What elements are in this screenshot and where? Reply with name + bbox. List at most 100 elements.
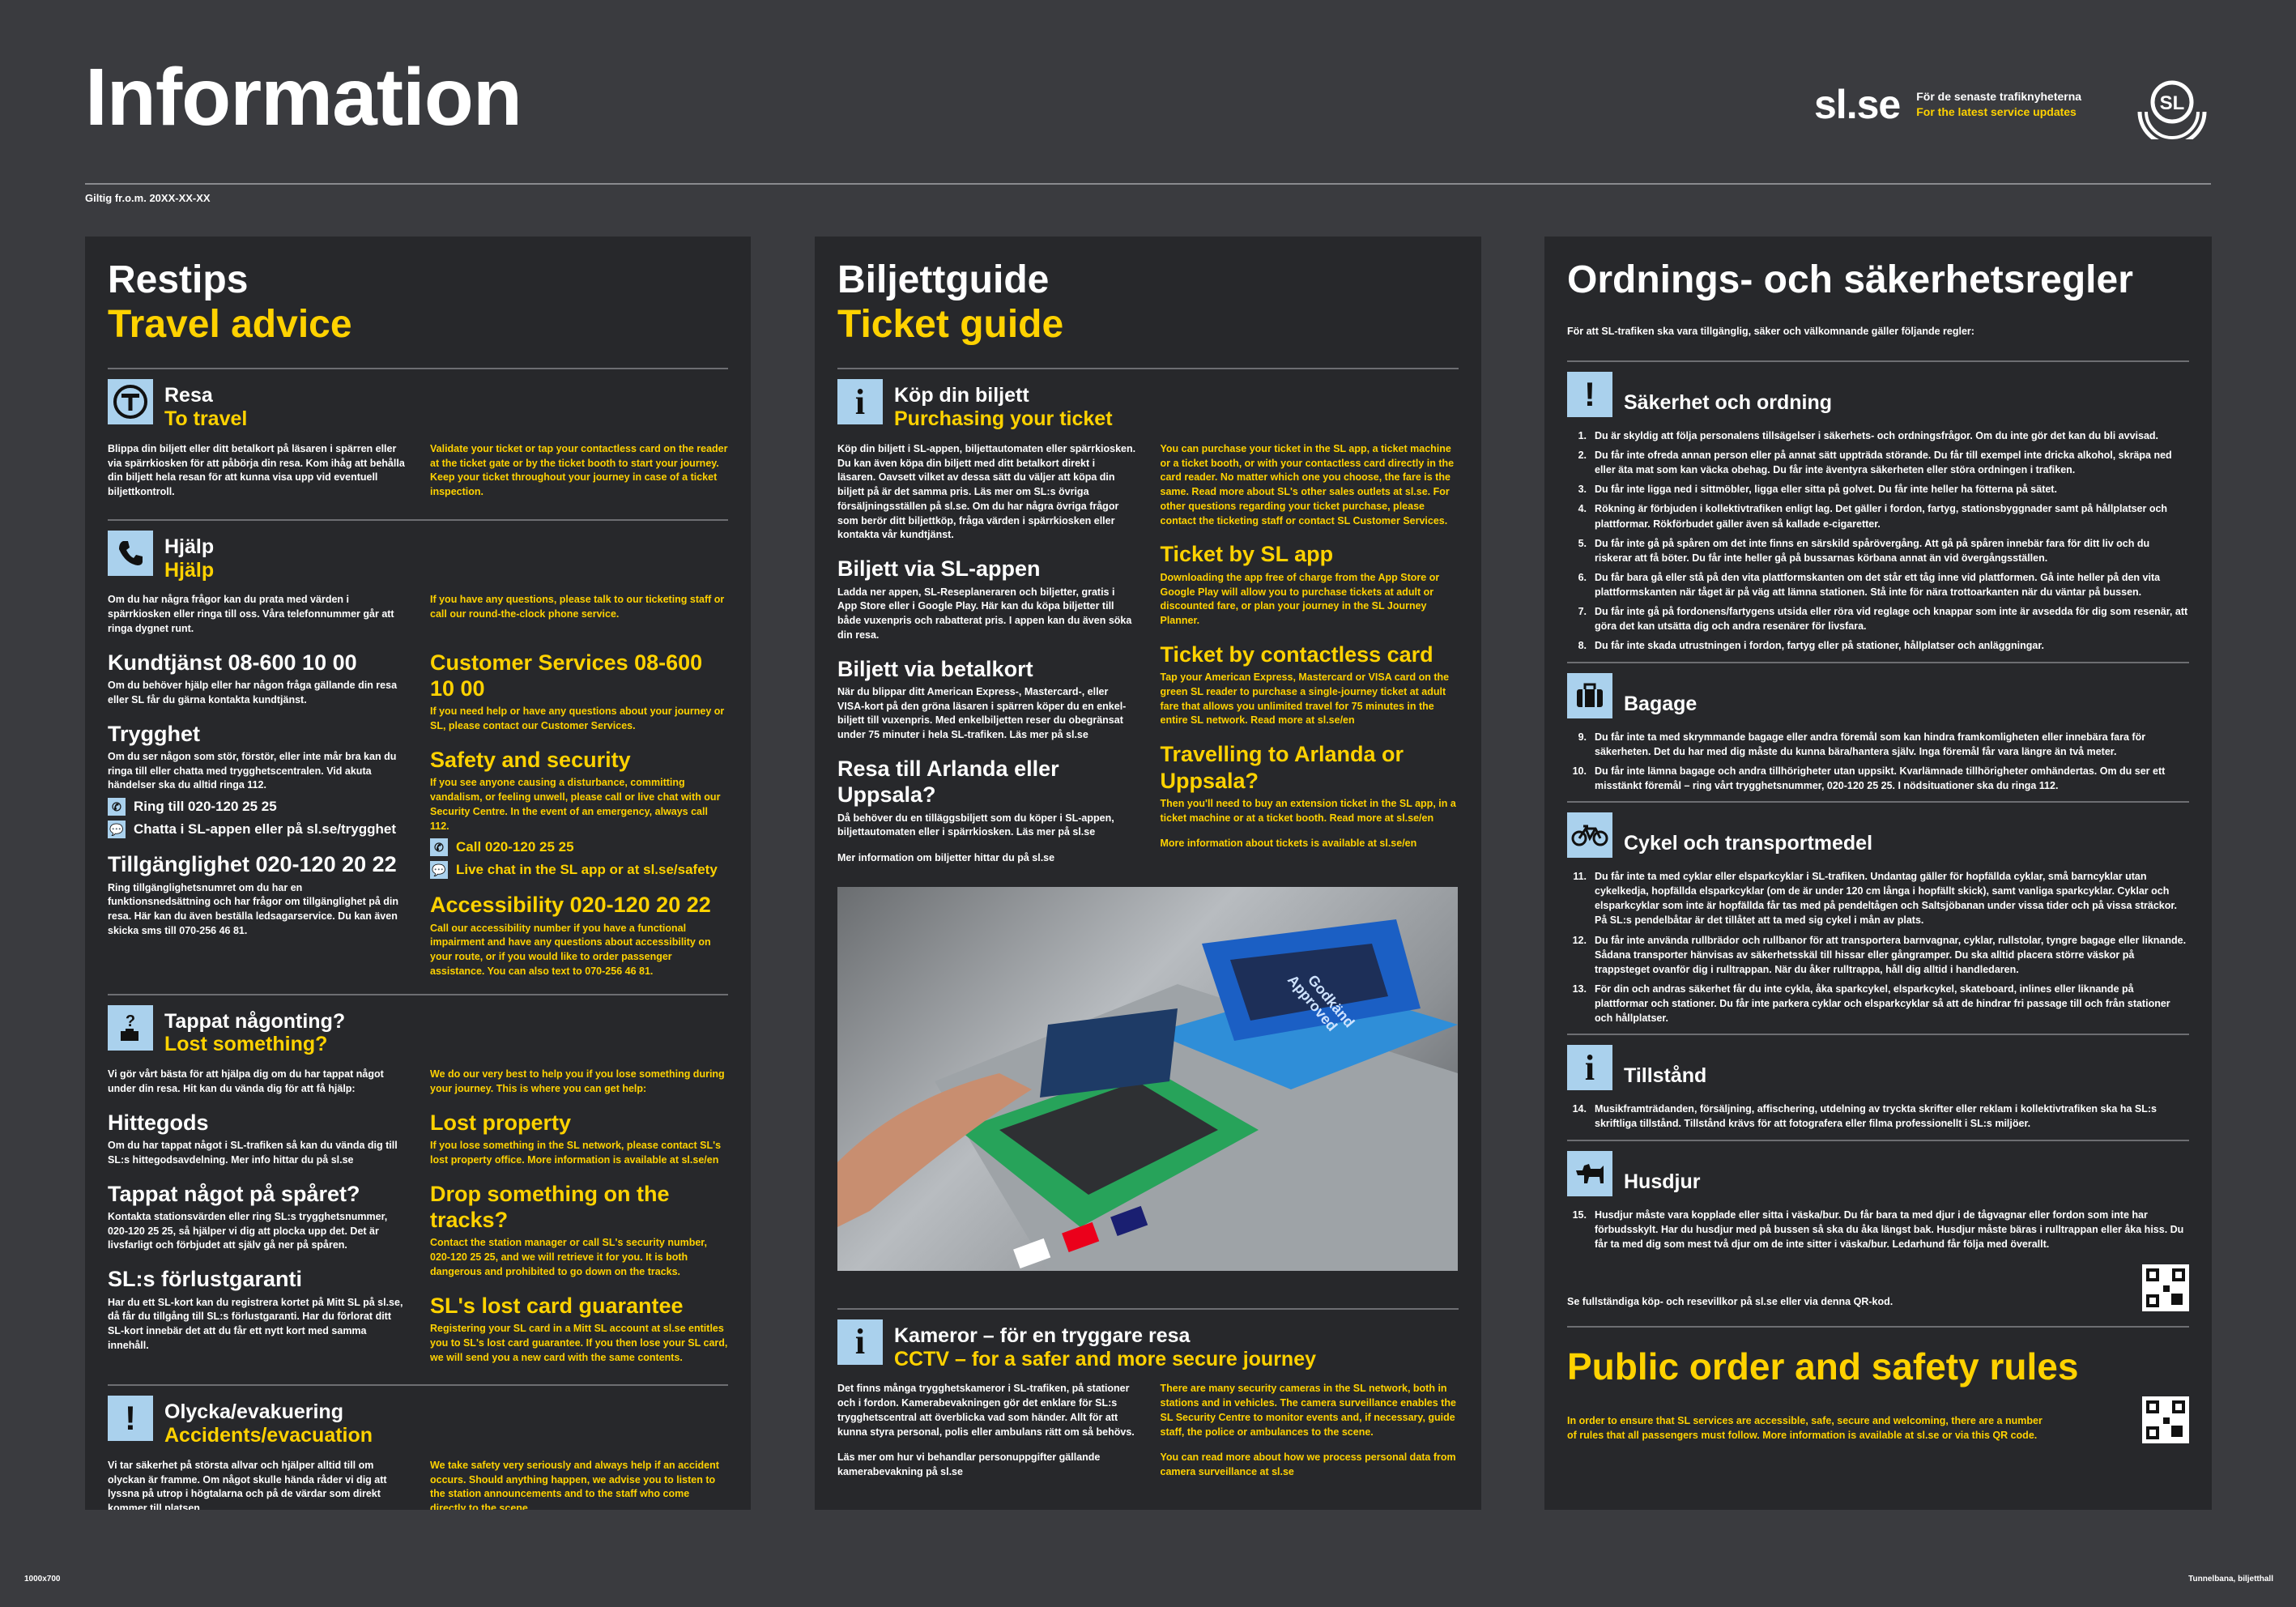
more-info-en[interactable]: You can read more about how we process p… [1161, 1451, 1459, 1480]
lost-property-en: Lost property [430, 1110, 572, 1135]
rule-item: 7. Du får inte gå på fordonens/fartygens … [1567, 604, 2189, 633]
chat-line[interactable]: 💬 Live chat in the SL app or at sl.se/saf… [430, 861, 728, 880]
panel-travel-advice: Restips Travel advice Resa To travel Bli… [85, 237, 751, 1510]
qr-text-sv: Se fullständiga köp- och resevillkor på … [1567, 1296, 1893, 1308]
body-en: Downloading the app free of charge from … [1160, 571, 1440, 627]
section-head-lost: ? Tappat någonting? Lost something? [108, 1004, 728, 1057]
accessibility-en: Accessibility 020-120 20 22 [430, 893, 711, 918]
exclamation-icon: ! [1567, 371, 1612, 417]
section-head-pets: Husdjur [1567, 1150, 2189, 1196]
more-info-sv[interactable]: Läs mer om hur vi behandlar personuppgif… [837, 1451, 1136, 1480]
rule-text: Du får inte ta med cyklar eller elsparkc… [1595, 871, 2178, 927]
tracks-sv: Tappat något på spåret? [108, 1181, 360, 1206]
body-en: We do our very best to help you if you l… [430, 1068, 725, 1094]
rule-item: 10. Du får inte lämna bagage och andra ti… [1567, 764, 2189, 793]
body-sv: Har du ett SL-kort kan du registrera kor… [108, 1296, 403, 1351]
section-head-safety: ! Säkerhet och ordning [1567, 371, 2189, 417]
arlanda-sv: Resa till Arlanda eller Uppsala? [837, 756, 1059, 808]
rule-item: 1. Du är skyldig att följa personalens ti… [1567, 428, 2189, 443]
rule-text: Husdjur måste vara kopplade eller sitta … [1595, 1208, 2184, 1250]
section-title-en: Purchasing your ticket [894, 407, 1113, 431]
rules-list-bagage: 9. Du får inte ta med skrymmande bagage e… [1567, 730, 2189, 794]
rules-list-pets: 15. Husdjur måste vara kopplade eller sit… [1567, 1208, 2189, 1251]
section-title-en: CCTV – for a safer and more secure journ… [894, 1347, 1317, 1370]
sl-se-logo[interactable]: sl.se [1814, 81, 1901, 128]
sl-logo-icon: SL [2137, 80, 2207, 139]
section-title-en: Hjälp [164, 558, 215, 582]
section-title-en: Accidents/evacuation [164, 1424, 373, 1447]
body-en: We take safety very seriously and always… [430, 1459, 719, 1510]
divider [1567, 661, 2189, 663]
info-icon: i [837, 1319, 883, 1365]
arlanda-en: Travelling to Arlanda or Uppsala? [1160, 742, 1404, 793]
body-en: If you have any questions, please talk t… [430, 594, 725, 620]
body-en: You can purchase your ticket in the SL a… [1160, 442, 1455, 526]
call-line[interactable]: ✆ Ring till 020-120 25 25 [108, 798, 406, 816]
divider [108, 1384, 728, 1387]
tracks-en: Drop something on the tracks? [430, 1181, 670, 1232]
body-sv: Om du har några frågor kan du prata med … [108, 594, 394, 634]
call-line[interactable]: ✆ Call 020-120 25 25 [430, 838, 728, 857]
chat-text: Chatta i SL-appen eller på sl.se/trygghe… [134, 821, 397, 838]
brand-tagline-en: For the latest service updates [1916, 105, 2077, 118]
rule-item: 3. Du får inte ligga ned i sittmöbler, li… [1567, 482, 2189, 497]
rule-item: 9. Du får inte ta med skrymmande bagage e… [1567, 730, 2189, 759]
body-sv: Om du behöver hjälp eller har någon fråg… [108, 680, 398, 705]
rule-number: 1. [1578, 429, 1587, 441]
body-en: Validate your ticket or tap your contact… [430, 442, 728, 498]
more-info-sv[interactable]: Mer information om biljetter hittar du p… [837, 851, 1136, 866]
body-sv: Det finns många trygghetskameror i SL-tr… [837, 1383, 1135, 1438]
rule-text: Du får inte ta med skrymmande bagage ell… [1595, 731, 2146, 757]
rules-list-safety: 1. Du är skyldig att följa personalens ti… [1567, 428, 2189, 654]
section-title-en: To travel [164, 407, 248, 431]
body-en: If you need help or have any questions a… [430, 705, 725, 732]
divider [1567, 1325, 2189, 1328]
qr-code-icon[interactable] [2142, 1264, 2189, 1311]
section-title-sv: Hjälp [164, 535, 215, 558]
chat-icon: 💬 [108, 821, 126, 839]
body-sv: Ladda ner appen, SL-Reseplaneraren och b… [837, 586, 1132, 641]
divider [837, 1307, 1459, 1310]
section-title: Husdjur [1624, 1170, 1701, 1193]
body-en: There are many security cameras in the S… [1160, 1383, 1456, 1438]
intro-en: In order to ensure that SL services are … [1567, 1415, 2043, 1442]
header-divider [85, 183, 2211, 185]
ticket-card-en: Ticket by contactless card [1160, 642, 1433, 667]
guarantee-sv: SL:s förlustgaranti [108, 1267, 303, 1292]
divider [1567, 360, 2189, 362]
body-sv: Vi gör vårt bästa för att hjälpa dig om … [108, 1068, 384, 1094]
phone-icon: ✆ [430, 838, 448, 857]
rule-text: Musikframträdanden, försäljning, affisch… [1595, 1103, 2157, 1130]
chat-icon: 💬 [430, 861, 448, 880]
panel-title-sv: Biljettguide [837, 258, 1050, 301]
rules-list-bicycle: 11. Du får inte ta med cyklar eller elspa… [1567, 869, 2189, 1025]
section-title-sv: Köp din biljett [894, 384, 1029, 407]
section-title-sv: Kameror – för en tryggare resa [894, 1324, 1191, 1347]
brand-tagline-sv: För de senaste trafiknyheterna [1916, 90, 2082, 104]
section-title-en: Lost something? [164, 1033, 328, 1056]
qr-code-icon[interactable] [2142, 1396, 2189, 1443]
footer-size: 1000x700 [24, 1575, 61, 1584]
rule-number: 15. [1572, 1208, 1587, 1221]
section-title-sv: Tappat någonting? [164, 1009, 346, 1033]
rule-text: Du får inte lämna bagage och andra tillh… [1595, 765, 2166, 791]
rule-number: 7. [1578, 606, 1587, 618]
more-info-en[interactable]: More information about tickets is availa… [1161, 837, 1459, 851]
rule-item: 14. Musikframträdanden, försäljning, affi… [1567, 1102, 2189, 1131]
panel-title-en: Public order and safety rules [1567, 1345, 2079, 1387]
rule-number: 2. [1578, 450, 1587, 462]
rule-text: Du får bara gå eller stå på den vita pla… [1595, 571, 2161, 599]
brand-block[interactable]: sl.se För de senaste trafiknyheterna For… [1814, 81, 2081, 128]
suitcase-icon [1567, 672, 1612, 718]
section-title: Cykel och transportmedel [1624, 832, 1873, 855]
rule-number: 5. [1578, 537, 1587, 549]
rule-text: Du får inte använda rullbrädor och rullb… [1595, 934, 2187, 975]
body-sv: Vi tar säkerhet på största allvar och hj… [108, 1459, 387, 1510]
chat-line[interactable]: 💬 Chatta i SL-appen eller på sl.se/tryggh… [108, 821, 406, 839]
panel-title-en: Ticket guide [837, 303, 1064, 347]
body-en: Call our accessibility number if you hav… [430, 922, 711, 977]
rule-item: 15. Husdjur måste vara kopplade eller sit… [1567, 1208, 2189, 1251]
svg-text:?: ? [126, 1012, 135, 1030]
safety-title-sv: Trygghet [108, 721, 201, 746]
panel-rules: Ordnings- och säkerhetsregler För att SL… [1544, 237, 2212, 1510]
